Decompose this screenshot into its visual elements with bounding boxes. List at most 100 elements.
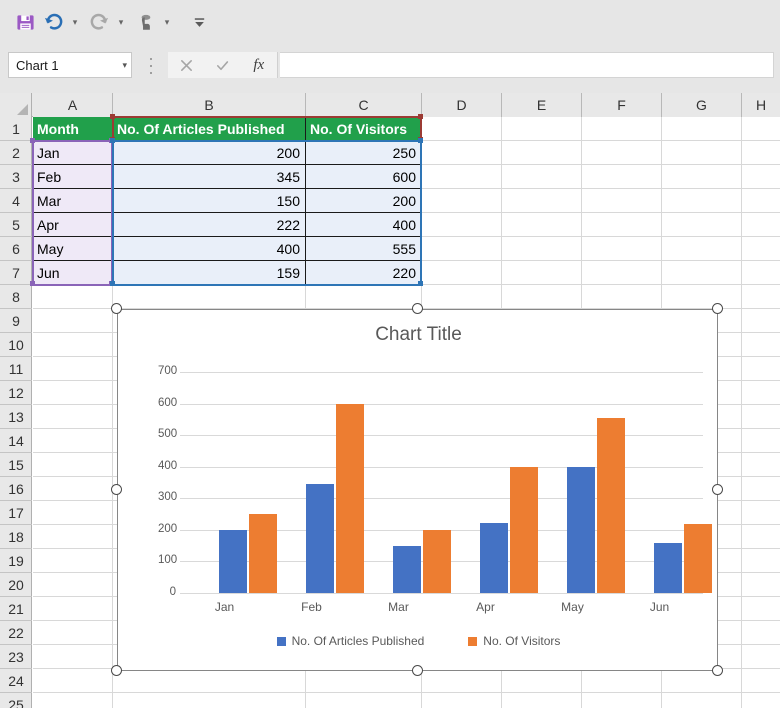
column-header-d[interactable]: D (422, 93, 502, 117)
cell-c4[interactable]: 200 (306, 189, 421, 213)
row-header-19[interactable]: 19 (0, 549, 32, 573)
cell-a6[interactable]: May (33, 237, 112, 261)
bar-jan-visitors[interactable] (249, 514, 277, 593)
cell-c2[interactable]: 250 (306, 141, 421, 165)
undo-button[interactable] (40, 10, 66, 36)
legend-item-visitors[interactable]: No. Of Visitors (468, 634, 560, 648)
row-header-8[interactable]: 8 (0, 285, 32, 309)
chevron-down-icon[interactable]: ▾ (122, 60, 127, 71)
row-header-12[interactable]: 12 (0, 381, 32, 405)
name-box[interactable]: Chart 1 ▾ (8, 52, 132, 78)
bar-feb-visitors[interactable] (336, 404, 364, 593)
row-header-9[interactable]: 9 (0, 309, 32, 333)
row-header-7[interactable]: 7 (0, 261, 32, 285)
row-header-14[interactable]: 14 (0, 429, 32, 453)
row-header-15[interactable]: 15 (0, 453, 32, 477)
chart-title[interactable]: Chart Title (118, 324, 719, 346)
touch-mouse-mode-button[interactable] (132, 10, 158, 36)
cell-c1[interactable]: No. Of Visitors (306, 117, 421, 141)
column-header-g[interactable]: G (662, 93, 742, 117)
bar-jun-visitors[interactable] (684, 524, 712, 593)
chart-resize-handle-top-center[interactable] (412, 303, 423, 314)
chart-resize-handle-bottom-right[interactable] (712, 665, 723, 676)
row-header-24[interactable]: 24 (0, 669, 32, 693)
row-header-20[interactable]: 20 (0, 573, 32, 597)
bar-apr-articles[interactable] (480, 523, 508, 593)
formula-input[interactable] (280, 52, 774, 78)
chart-resize-handle-middle-left[interactable] (111, 484, 122, 495)
touch-mode-dropdown[interactable]: ▾ (160, 10, 174, 36)
range-handle[interactable] (110, 281, 115, 286)
column-header-e[interactable]: E (502, 93, 582, 117)
bar-jan-articles[interactable] (219, 530, 247, 593)
cell-b2[interactable]: 200 (113, 141, 305, 165)
bar-mar-visitors[interactable] (423, 530, 451, 593)
cell-b4[interactable]: 150 (113, 189, 305, 213)
range-handle[interactable] (418, 281, 423, 286)
cell-c5[interactable]: 400 (306, 213, 421, 237)
row-header-5[interactable]: 5 (0, 213, 32, 237)
range-handle[interactable] (418, 138, 423, 143)
chart-resize-handle-bottom-left[interactable] (111, 665, 122, 676)
range-handle[interactable] (30, 138, 35, 143)
row-header-4[interactable]: 4 (0, 189, 32, 213)
column-header-h[interactable]: H (742, 93, 780, 117)
legend-item-articles[interactable]: No. Of Articles Published (276, 634, 424, 648)
confirm-entry-button[interactable] (205, 53, 239, 77)
cell-c3[interactable]: 600 (306, 165, 421, 189)
customize-quick-access-button[interactable] (186, 10, 212, 36)
redo-button[interactable] (86, 10, 112, 36)
chart-resize-handle-top-right[interactable] (712, 303, 723, 314)
row-header-17[interactable]: 17 (0, 501, 32, 525)
chart-resize-handle-top-left[interactable] (111, 303, 122, 314)
row-header-2[interactable]: 2 (0, 141, 32, 165)
cell-a4[interactable]: Mar (33, 189, 112, 213)
chart-plot-area[interactable]: 0 100 200 300 400 500 600 700 (158, 365, 712, 598)
bar-jun-articles[interactable] (654, 543, 682, 593)
range-handle[interactable] (418, 114, 423, 119)
select-all-button[interactable] (0, 93, 32, 117)
bar-feb-articles[interactable] (306, 484, 334, 593)
bar-mar-articles[interactable] (393, 546, 421, 593)
cell-a5[interactable]: Apr (33, 213, 112, 237)
cancel-entry-button[interactable] (169, 53, 203, 77)
row-header-10[interactable]: 10 (0, 333, 32, 357)
cell-a3[interactable]: Feb (33, 165, 112, 189)
cell-a7[interactable]: Jun (33, 261, 112, 285)
row-header-25[interactable]: 25 (0, 693, 32, 708)
bar-may-visitors[interactable] (597, 418, 625, 593)
row-header-11[interactable]: 11 (0, 357, 32, 381)
cell-b7[interactable]: 159 (113, 261, 305, 285)
cell-a2[interactable]: Jan (33, 141, 112, 165)
bar-apr-visitors[interactable] (510, 467, 538, 593)
row-header-13[interactable]: 13 (0, 405, 32, 429)
row-header-16[interactable]: 16 (0, 477, 32, 501)
redo-dropdown[interactable]: ▾ (114, 10, 128, 36)
row-header-6[interactable]: 6 (0, 237, 32, 261)
row-header-18[interactable]: 18 (0, 525, 32, 549)
save-button[interactable] (12, 10, 38, 36)
row-header-22[interactable]: 22 (0, 621, 32, 645)
cell-c7[interactable]: 220 (306, 261, 421, 285)
chart-resize-handle-bottom-center[interactable] (412, 665, 423, 676)
chart-legend[interactable]: No. Of Articles Published No. Of Visitor… (118, 634, 719, 648)
column-header-c[interactable]: C (306, 93, 422, 117)
row-header-23[interactable]: 23 (0, 645, 32, 669)
cell-a1[interactable]: Month (33, 117, 112, 141)
range-handle[interactable] (110, 114, 115, 119)
range-handle[interactable] (110, 138, 115, 143)
cell-b6[interactable]: 400 (113, 237, 305, 261)
row-header-21[interactable]: 21 (0, 597, 32, 621)
column-header-f[interactable]: F (582, 93, 662, 117)
formula-bar-grip[interactable] (145, 58, 157, 74)
insert-function-button[interactable]: fx (242, 53, 276, 77)
chart-resize-handle-middle-right[interactable] (712, 484, 723, 495)
cell-b1[interactable]: No. Of Articles Published (113, 117, 305, 141)
column-header-b[interactable]: B (113, 93, 306, 117)
row-header-3[interactable]: 3 (0, 165, 32, 189)
column-header-a[interactable]: A (33, 93, 113, 117)
cell-b5[interactable]: 222 (113, 213, 305, 237)
undo-dropdown[interactable]: ▾ (68, 10, 82, 36)
cell-b3[interactable]: 345 (113, 165, 305, 189)
row-header-1[interactable]: 1 (0, 117, 32, 141)
